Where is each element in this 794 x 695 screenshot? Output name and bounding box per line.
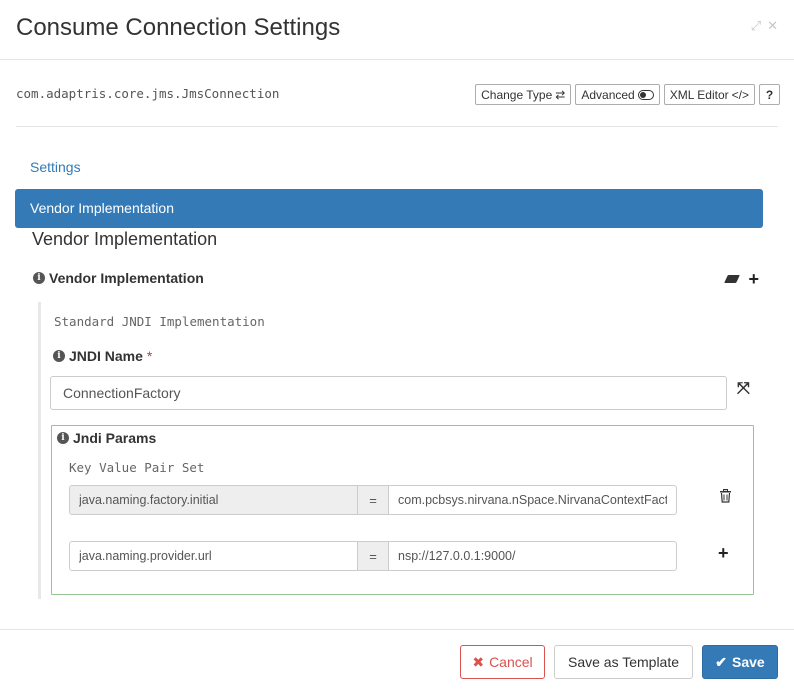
- check-icon: ✔: [715, 653, 728, 670]
- info-icon[interactable]: i: [57, 432, 69, 444]
- vendor-implementation-label-text: Vendor Implementation: [49, 270, 204, 286]
- modal-header: Consume Connection Settings ⤢ ✕: [0, 0, 794, 60]
- kv-value-input[interactable]: [388, 541, 677, 571]
- implementation-name: Standard JNDI Implementation: [54, 314, 265, 329]
- kv-row: =: [69, 541, 677, 571]
- xml-editor-button[interactable]: XML Editor </>: [663, 84, 755, 105]
- kv-key-input[interactable]: [69, 541, 358, 571]
- close-icon[interactable]: ✕: [767, 18, 778, 34]
- add-row-icon[interactable]: +: [718, 543, 729, 564]
- expand-arrows-icon[interactable]: ⤧: [737, 380, 750, 398]
- kv-value-input[interactable]: [388, 485, 677, 515]
- change-type-button[interactable]: Change Type ⇄: [475, 84, 572, 105]
- advanced-label: Advanced: [581, 87, 635, 102]
- section-title: Vendor Implementation: [32, 229, 218, 249]
- jndi-params-label-text: Jndi Params: [73, 430, 157, 446]
- save-as-template-button[interactable]: Save as Template: [554, 645, 693, 679]
- eraser-icon[interactable]: [724, 275, 741, 283]
- info-icon[interactable]: i: [53, 350, 65, 362]
- cancel-button[interactable]: ✖ Cancel: [460, 645, 545, 679]
- jndi-name-label: i JNDI Name *: [53, 348, 152, 364]
- cancel-label: Cancel: [489, 654, 533, 670]
- kv-key-input: [69, 485, 358, 515]
- vendor-implementation-label: i Vendor Implementation: [33, 270, 204, 286]
- change-type-label: Change Type: [481, 87, 553, 102]
- header-icons: ⤢ ✕: [751, 18, 778, 34]
- toggle-off-icon: [637, 89, 654, 100]
- header-divider: [16, 126, 778, 127]
- class-name: com.adaptris.core.jms.JmsConnection: [16, 86, 280, 101]
- kv-equals: =: [358, 541, 388, 571]
- help-button[interactable]: ?: [759, 84, 780, 105]
- modal-title: Consume Connection Settings: [16, 14, 341, 41]
- code-icon: </>: [731, 87, 749, 102]
- settings-modal: Consume Connection Settings ⤢ ✕ com.adap…: [0, 0, 794, 695]
- key-value-set-title: Key Value Pair Set: [69, 460, 205, 475]
- footer-divider: [0, 629, 794, 630]
- expand-window-icon[interactable]: ⤢: [751, 18, 761, 34]
- save-button[interactable]: ✔ Save: [702, 645, 778, 679]
- exchange-icon: ⇄: [555, 87, 566, 102]
- advanced-button[interactable]: Advanced: [575, 84, 660, 105]
- times-icon: ✖: [472, 653, 485, 670]
- kv-row: =: [69, 485, 677, 515]
- add-icon[interactable]: +: [748, 270, 759, 288]
- settings-link[interactable]: Settings: [30, 159, 81, 175]
- trash-icon[interactable]: [719, 489, 732, 503]
- save-label: Save: [732, 654, 765, 670]
- kv-equals: =: [358, 485, 388, 515]
- jndi-name-label-text: JNDI Name: [69, 348, 143, 364]
- nested-rail: [38, 302, 41, 599]
- required-marker: *: [146, 348, 153, 364]
- xml-editor-label: XML Editor: [669, 87, 729, 102]
- jndi-params-label: i Jndi Params: [57, 430, 156, 446]
- vendor-implementation-actions: +: [724, 270, 759, 288]
- nav-item-vendor-implementation[interactable]: Vendor Implementation: [15, 189, 763, 228]
- jndi-name-input[interactable]: [50, 376, 727, 410]
- toolbar-buttons: Change Type ⇄ Advanced XML Editor </> ?: [475, 84, 780, 105]
- info-icon[interactable]: i: [33, 272, 45, 284]
